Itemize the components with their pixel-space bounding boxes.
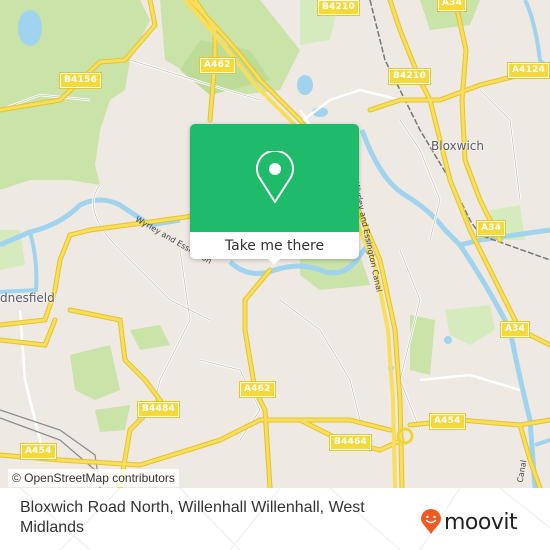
- park-area: [70, 345, 120, 400]
- popup-header: [190, 124, 359, 232]
- moovit-logo[interactable]: moovit: [420, 508, 518, 536]
- road-label-b4210: B4210: [317, 0, 360, 16]
- road-label-b4156: B4156: [59, 72, 102, 89]
- canal: [534, 438, 550, 447]
- lake: [18, 10, 42, 46]
- park-area: [445, 305, 495, 345]
- road-label-a34: A34: [475, 220, 507, 237]
- lake: [297, 75, 313, 95]
- park-area: [130, 325, 170, 350]
- take-me-there-button[interactable]: Take me there: [190, 232, 359, 259]
- map[interactable]: B4156 A462 B4210 A34 B4210 A4124 A34 A34…: [0, 0, 550, 488]
- location-popup[interactable]: Take me there: [190, 124, 359, 265]
- map-pin-icon: [255, 151, 294, 203]
- road-label-a4124: A4124: [506, 62, 550, 79]
- road-label-b4484: B4484: [137, 401, 180, 418]
- road-label-a34: A34: [499, 321, 531, 338]
- road-label-a454: A454: [429, 413, 466, 430]
- park-area: [95, 405, 130, 432]
- road-label-b4464: B4464: [329, 434, 372, 451]
- railway: [369, 0, 550, 261]
- popup-pointer: [266, 257, 282, 265]
- road-label-b4210: B4210: [388, 68, 431, 85]
- road-label-a462: A462: [239, 381, 276, 398]
- moovit-wordmark: moovit: [444, 509, 518, 535]
- address-text: Bloxwich Road North, Willenhall Willenha…: [20, 499, 365, 536]
- moovit-smiley-pin-icon: [421, 509, 441, 534]
- lake: [444, 336, 452, 344]
- canal: [523, 0, 550, 72]
- place-label-bloxwich: Bloxwich: [431, 139, 484, 153]
- road-label-a34: A34: [436, 0, 468, 12]
- road-label-a454: A454: [20, 443, 57, 460]
- road-label-a462: A462: [199, 57, 236, 74]
- place-label-wednesfield: dnesfield: [0, 291, 55, 305]
- map-attribution[interactable]: © OpenStreetMap contributors: [8, 469, 179, 487]
- footer: Bloxwich Road North, Willenhall Willenha…: [0, 488, 550, 550]
